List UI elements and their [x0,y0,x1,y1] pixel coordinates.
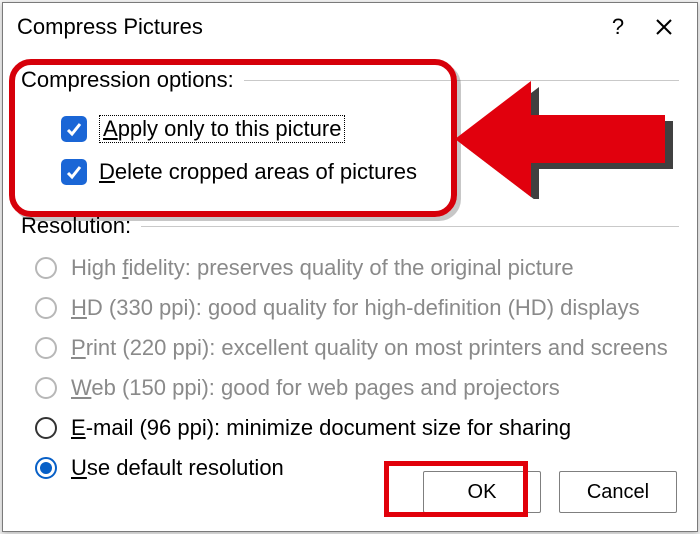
divider [244,80,679,81]
delete-cropped-row[interactable]: Delete cropped areas of pictures [61,159,679,185]
titlebar: Compress Pictures ? [3,3,697,51]
radio-email[interactable]: E-mail (96 ppi): minimize document size … [35,415,679,441]
radio-web: Web (150 ppi): good for web pages and pr… [35,375,679,401]
compression-options-label: Compression options: [21,67,234,93]
dialog-button-row: OK Cancel [423,471,677,515]
close-icon [655,18,673,36]
radio-label: E-mail (96 ppi): minimize document size … [71,415,571,441]
close-button[interactable] [641,7,687,47]
delete-cropped-label: Delete cropped areas of pictures [99,159,417,185]
radio-print: Print (220 ppi): excellent quality on mo… [35,335,679,361]
resolution-label: Resolution: [21,213,131,239]
radio-button [35,377,57,399]
radio-button[interactable] [35,457,57,479]
dialog-title: Compress Pictures [17,14,595,40]
radio-button [35,257,57,279]
help-button[interactable]: ? [595,7,641,47]
apply-only-label: Apply only to this picture [99,115,345,143]
compression-options-header: Compression options: [21,67,679,93]
resolution-header: Resolution: [21,213,679,239]
compression-options-group: Apply only to this picture Delete croppe… [21,93,679,209]
ok-button[interactable]: OK [423,471,541,513]
radio-high-fidelity: High fidelity: preserves quality of the … [35,255,679,281]
radio-label: HD (330 ppi): good quality for high-defi… [71,295,640,321]
radio-label: Use default resolution [71,455,284,481]
radio-button[interactable] [35,417,57,439]
compress-pictures-dialog: Compress Pictures ? Compression options:… [2,2,698,532]
apply-only-row[interactable]: Apply only to this picture [61,115,679,143]
delete-cropped-checkbox[interactable] [61,159,87,185]
radio-label: Print (220 ppi): excellent quality on mo… [71,335,668,361]
cancel-button[interactable]: Cancel [559,471,677,513]
radio-hd: HD (330 ppi): good quality for high-defi… [35,295,679,321]
resolution-group: High fidelity: preserves quality of the … [21,239,679,481]
radio-label: High fidelity: preserves quality of the … [71,255,574,281]
divider [141,226,679,227]
radio-label: Web (150 ppi): good for web pages and pr… [71,375,560,401]
checkmark-icon [65,120,83,138]
checkmark-icon [65,163,83,181]
radio-button [35,297,57,319]
dialog-body: Compression options: Apply only to this … [3,51,697,481]
apply-only-checkbox[interactable] [61,116,87,142]
radio-button [35,337,57,359]
